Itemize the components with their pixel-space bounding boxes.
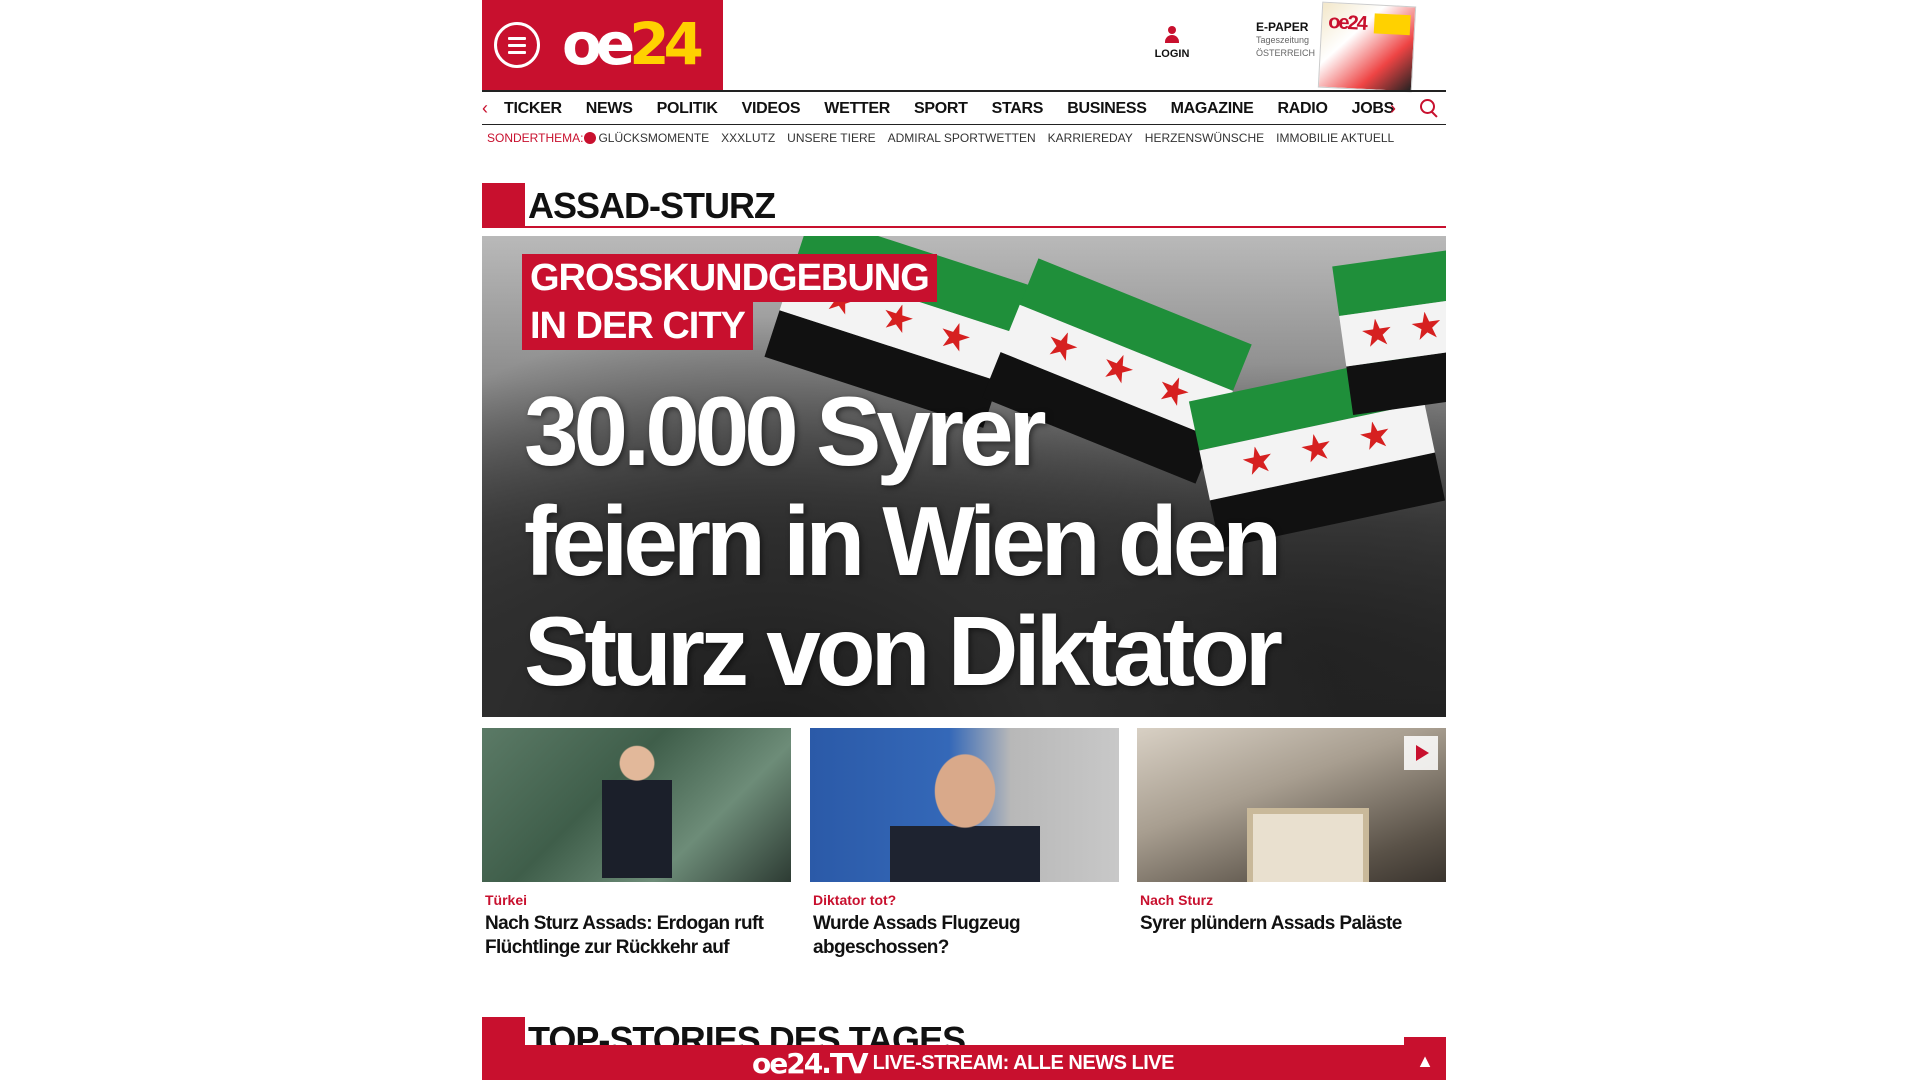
section-divider	[525, 226, 1446, 228]
nav-item-sport[interactable]: SPORT	[914, 100, 968, 118]
main-nav: ‹ TICKER NEWS POLITIK VIDEOS WETTER SPOR…	[482, 90, 1446, 125]
hero-kicker: GROSSKUNDGEBUNG IN DER CITY	[522, 254, 937, 350]
teaser-image[interactable]	[482, 728, 791, 882]
special-topic-item[interactable]: XXXLUTZ	[721, 131, 775, 145]
teaser-title[interactable]: Nach Sturz Assads: Erdogan ruft Flüchtli…	[485, 912, 791, 960]
special-topic-item[interactable]: GLÜCKSMOMENTE	[598, 131, 709, 145]
special-topic-item[interactable]: KARRIEREDAY	[1048, 131, 1133, 145]
nav-item-magazine[interactable]: MAGAZINE	[1171, 100, 1254, 118]
hero-headline-line: feiern in Wien den	[524, 486, 1282, 596]
teaser-image[interactable]	[1137, 728, 1446, 882]
oe24tv-logo: oe24.TV	[752, 1047, 869, 1080]
special-topic-item[interactable]: IMMOBILIE AKTUELL	[1276, 131, 1394, 145]
nav-item-jobs[interactable]: JOBS	[1352, 100, 1395, 118]
login-label: LOGIN	[1154, 48, 1190, 60]
nav-item-business[interactable]: BUSINESS	[1067, 100, 1147, 118]
site-logo[interactable]: oe24	[562, 14, 704, 74]
teaser-image[interactable]	[810, 728, 1119, 882]
live-stream-bar[interactable]: oe24.TV LIVE-STREAM: ALLE NEWS LIVE ▲	[482, 1037, 1446, 1080]
nav-prev-icon[interactable]: ‹	[482, 98, 488, 119]
site-header: oe24 LOGIN E-PAPER Tageszeitung ÖSTERREI…	[482, 0, 1446, 93]
login-button[interactable]: LOGIN	[1148, 26, 1196, 60]
teaser-title[interactable]: Syrer plündern Assads Paläste	[1140, 912, 1446, 936]
nav-item-politik[interactable]: POLITIK	[657, 100, 718, 118]
section-title[interactable]: ASSAD-STURZ	[528, 185, 776, 227]
teaser-kicker: Diktator tot?	[813, 892, 897, 908]
teaser-card[interactable]: Nach Sturz Syrer plündern Assads Paläste	[1137, 728, 1446, 936]
nav-next-icon[interactable]: ›	[1390, 98, 1396, 119]
teaser-title[interactable]: Wurde Assads Flugzeug abgeschossen?	[813, 912, 1119, 960]
teaser-card[interactable]: Türkei Nach Sturz Assads: Erdogan ruft F…	[482, 728, 791, 960]
hero-headline-line: Sturz von Diktator Assad	[524, 596, 1283, 717]
special-topic-item[interactable]: HERZENSWÜNSCHE	[1145, 131, 1264, 145]
nav-items: TICKER NEWS POLITIK VIDEOS WETTER SPORT …	[504, 100, 1418, 118]
search-icon[interactable]	[1420, 99, 1438, 117]
nav-item-stars[interactable]: STARS	[992, 100, 1044, 118]
nav-item-news[interactable]: NEWS	[586, 100, 633, 118]
section-heading: ASSAD-STURZ	[482, 183, 1446, 228]
hero-kicker-line: IN DER CITY	[522, 302, 753, 350]
epaper-title: E-PAPER	[1256, 20, 1309, 34]
hero-headline-line: 30.000 Syrer	[524, 376, 1047, 486]
epaper-subtitle: Tageszeitung	[1256, 35, 1310, 45]
nav-item-ticker[interactable]: TICKER	[504, 100, 562, 118]
scroll-up-icon[interactable]: ▲	[1404, 1037, 1446, 1080]
epaper-cover-image[interactable]	[1317, 1, 1417, 93]
live-stream-label: LIVE-STREAM: ALLE NEWS LIVE	[872, 1052, 1175, 1074]
menu-icon[interactable]	[494, 22, 540, 68]
epaper-subtitle-2: ÖSTERREICH	[1256, 48, 1316, 58]
epaper-link[interactable]: E-PAPER Tageszeitung ÖSTERREICH	[1256, 20, 1326, 60]
special-topic-item[interactable]: UNSERE TIERE	[787, 131, 875, 145]
nav-item-videos[interactable]: VIDEOS	[742, 100, 801, 118]
special-topics-bar: SONDERTHEMA: GLÜCKSMOMENTE XXXLUTZ UNSER…	[487, 130, 1406, 146]
special-topic-item[interactable]: ADMIRAL SPORTWETTEN	[888, 131, 1036, 145]
hero-headline[interactable]: 30.000 Syrer feiern in Wien den Sturz vo…	[524, 376, 1424, 717]
special-topic-label: SONDERTHEMA:	[487, 131, 584, 145]
teaser-kicker: Türkei	[485, 892, 528, 908]
hero-kicker-line: GROSSKUNDGEBUNG	[522, 254, 937, 302]
user-icon	[1165, 26, 1179, 44]
hero-article[interactable]: GROSSKUNDGEBUNG IN DER CITY 30.000 Syrer…	[482, 236, 1446, 717]
play-icon[interactable]	[1404, 736, 1438, 770]
teaser-kicker: Nach Sturz	[1140, 892, 1214, 908]
logo-area: oe24	[482, 0, 723, 90]
live-stream-link[interactable]: oe24.TV LIVE-STREAM: ALLE NEWS LIVE	[752, 1047, 1174, 1080]
nav-item-wetter[interactable]: WETTER	[824, 100, 890, 118]
section-marker	[482, 183, 525, 228]
teaser-card[interactable]: Diktator tot? Wurde Assads Flugzeug abge…	[810, 728, 1119, 960]
nav-item-radio[interactable]: RADIO	[1278, 100, 1328, 118]
special-topic-icon	[584, 132, 597, 144]
